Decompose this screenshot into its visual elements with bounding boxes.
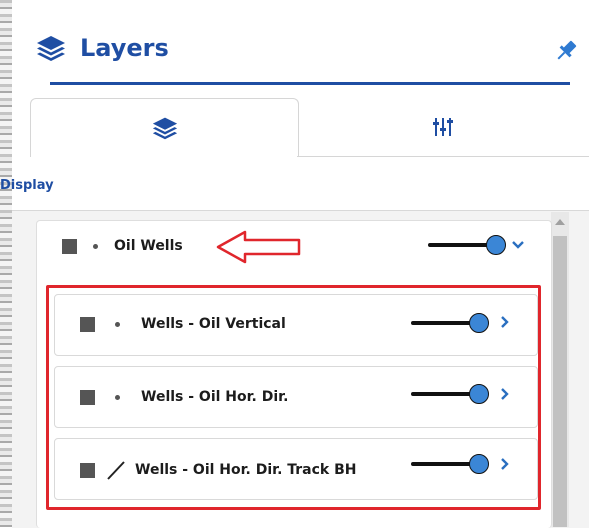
dot-icon [93,243,98,249]
sliders-icon [433,118,453,136]
tab-underline [297,156,589,157]
layers-icon [37,36,65,61]
map-background-strip [0,0,12,527]
tab-settings[interactable] [297,98,589,156]
panel-title: Layers [80,34,169,62]
layer-group-visibility-toggle[interactable] [428,235,508,255]
layer-group-label: Oil Wells [114,238,183,254]
tab-layers[interactable] [30,98,299,157]
header-divider [50,82,570,85]
section-label-display: Display [0,178,54,193]
panel-header: Layers [36,34,169,62]
scroll-up-arrow-icon[interactable] [553,216,567,228]
scrollbar-thumb[interactable] [553,236,567,527]
tab-bar [30,98,589,158]
layer-checkbox[interactable] [62,238,77,254]
red-highlight-box-annotation [46,285,541,510]
pin-icon[interactable] [553,38,579,64]
layers-icon [152,117,177,140]
red-arrow-annotation [216,230,301,264]
chevron-down-icon[interactable] [512,240,524,250]
layer-group-row: Oil Wells [62,238,183,254]
